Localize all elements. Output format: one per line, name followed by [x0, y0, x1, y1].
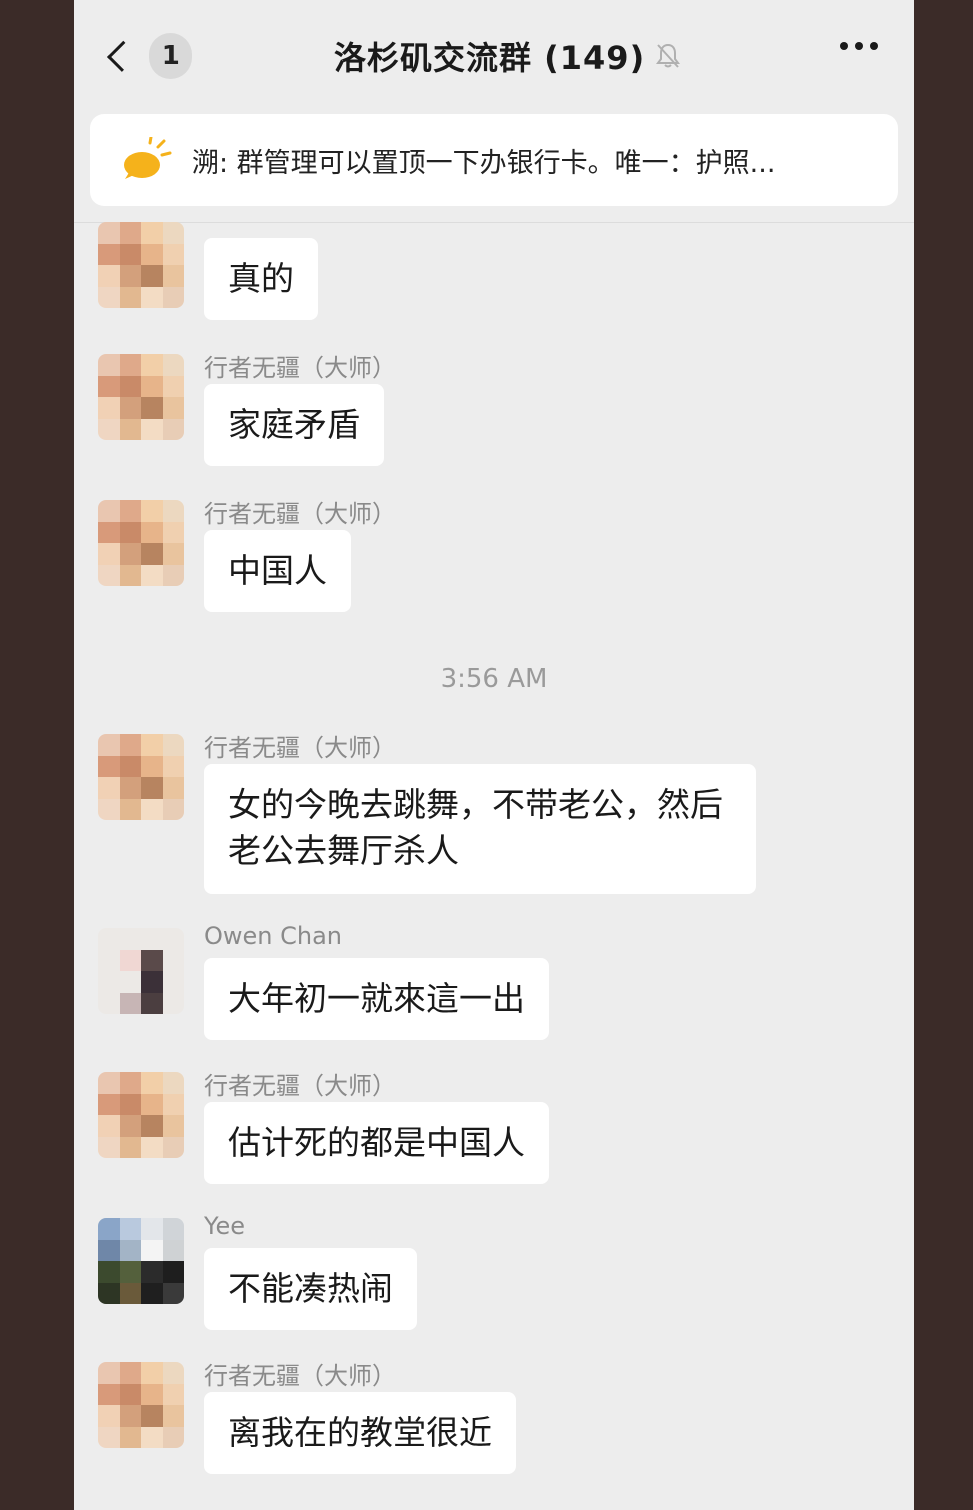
more-options-button[interactable]	[840, 42, 878, 50]
chevron-left-icon[interactable]	[107, 40, 139, 72]
sender-name[interactable]: 行者无疆（大师）	[204, 1356, 396, 1391]
sender-name[interactable]: 行者无疆（大师）	[204, 1066, 396, 1101]
chat-header: 1 洛杉矶交流群 (149)	[74, 0, 914, 112]
message-bubble[interactable]: 大年初一就來這一出	[204, 958, 549, 1040]
sender-name[interactable]: Yee	[204, 1212, 245, 1240]
announcement-icon	[124, 137, 172, 179]
avatar[interactable]	[98, 1362, 184, 1448]
sender-name[interactable]: 行者无疆（大师）	[204, 728, 396, 763]
message-timestamp: 3:56 AM	[440, 664, 548, 694]
avatar[interactable]	[98, 1072, 184, 1158]
bell-off-icon	[656, 43, 681, 68]
message-bubble[interactable]: 中国人	[204, 530, 351, 612]
header-divider	[74, 222, 914, 223]
back-button[interactable]: 1	[102, 30, 192, 82]
message-bubble[interactable]: 离我在的教堂很近	[204, 1392, 516, 1474]
avatar[interactable]	[98, 222, 184, 308]
message-bubble[interactable]: 女的今晚去跳舞，不带老公，然后老公去舞厅杀人	[204, 764, 756, 894]
message-bubble[interactable]: 真的	[204, 238, 318, 320]
avatar[interactable]	[98, 734, 184, 820]
chat-screen: 1 洛杉矶交流群 (149) 溯: 群管理可以置顶一下办银行卡。唯一：护照...…	[74, 0, 914, 1510]
avatar[interactable]	[98, 1218, 184, 1304]
message-bubble[interactable]: 估计死的都是中国人	[204, 1102, 549, 1184]
avatar[interactable]	[98, 354, 184, 440]
avatar[interactable]	[98, 500, 184, 586]
pinned-announcement-text[interactable]: 溯: 群管理可以置顶一下办银行卡。唯一：护照...	[192, 141, 775, 180]
chat-title-group[interactable]: 洛杉矶交流群 (149)	[334, 32, 681, 80]
pinned-announcement[interactable]: 溯: 群管理可以置顶一下办银行卡。唯一：护照...	[90, 114, 898, 206]
unread-count-badge[interactable]: 1	[149, 33, 192, 79]
message-bubble[interactable]: 不能凑热闹	[204, 1248, 417, 1330]
chat-title[interactable]: 洛杉矶交流群 (149)	[334, 33, 645, 79]
avatar[interactable]	[98, 928, 184, 1014]
sender-name[interactable]: 行者无疆（大师）	[204, 348, 396, 383]
more-dots-icon[interactable]	[840, 42, 848, 50]
message-bubble[interactable]: 家庭矛盾	[204, 384, 384, 466]
sender-name[interactable]: 行者无疆（大师）	[204, 494, 396, 529]
sender-name[interactable]: Owen Chan	[204, 922, 342, 950]
